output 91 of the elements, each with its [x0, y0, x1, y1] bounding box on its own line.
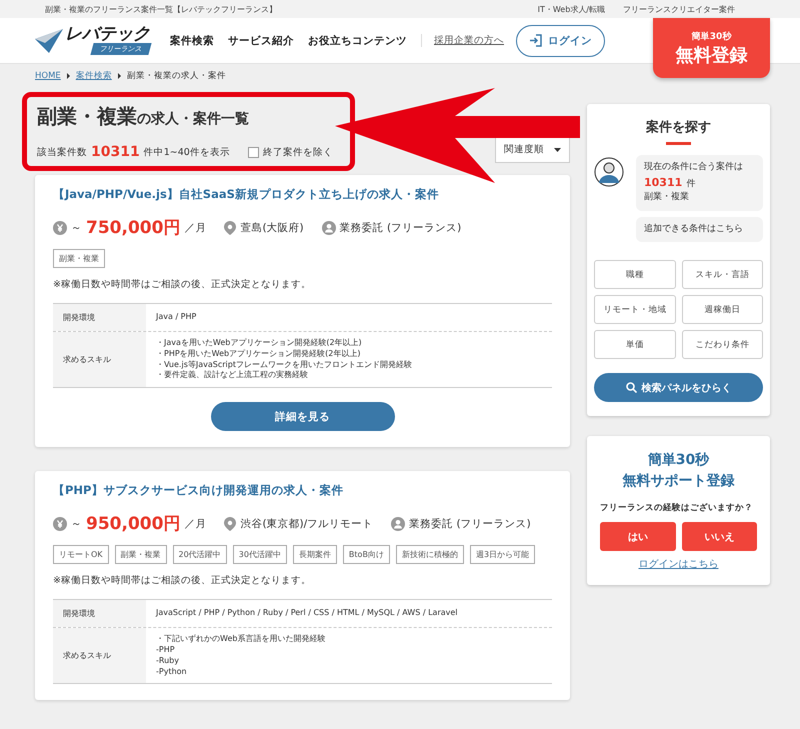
- tag: BtoB向け: [342, 545, 390, 564]
- table-header-cell: 求めるスキル: [53, 332, 146, 388]
- support-title: 簡単30秒: [646, 451, 710, 470]
- note-text: ※稼働日数や時間帯はご相談の後、正式決定となります。: [53, 574, 312, 588]
- table-header-cell: 開発環境: [53, 304, 146, 331]
- table-cell-line: ・下記いずれかのWeb系言語を用いた開発経験: [156, 634, 326, 645]
- filter-button[interactable]: こだわり条件: [682, 330, 763, 359]
- breadcrumb-link[interactable]: 案件検索: [76, 70, 112, 82]
- price-prefix: ～: [71, 220, 82, 234]
- tag: 新技術に積極的: [396, 545, 464, 564]
- top-link[interactable]: IT・Web求人/転職: [538, 4, 605, 14]
- filter-button[interactable]: 職種: [594, 260, 676, 289]
- table-cell-line: -Python: [156, 666, 188, 678]
- price-prefix: ～: [71, 516, 82, 531]
- contract-type: 業務委託 (フリーランス): [409, 516, 531, 531]
- support-title: 無料サポート登録: [622, 472, 736, 491]
- table-header-cell: 求めるスキル: [53, 628, 146, 684]
- nav-link[interactable]: サービス紹介: [228, 34, 294, 48]
- details-button[interactable]: 詳細を見る: [210, 402, 394, 432]
- breadcrumb-separator-icon: [66, 73, 70, 79]
- table-cell-line: -Ruby: [156, 656, 180, 667]
- nav-link[interactable]: 案件検索: [170, 34, 214, 48]
- location-pin-icon: [224, 220, 236, 234]
- filter-button[interactable]: リモート・地域: [594, 295, 676, 324]
- login-icon: [529, 34, 542, 47]
- job-title-link[interactable]: 【PHP】サブスクサービス向け開発運用の求人・案件: [53, 483, 552, 498]
- table-header-cell: 開発環境: [53, 600, 146, 628]
- register-button[interactable]: 簡単30秒 無料登録: [653, 18, 770, 78]
- result-count: 10311: [91, 144, 140, 160]
- page-title: 副業・複業の求人・案件一覧: [37, 103, 250, 130]
- filter-button[interactable]: 週稼働日: [682, 295, 763, 324]
- bubble-count: 10311: [644, 174, 682, 190]
- breadcrumb-separator-icon: [118, 73, 121, 79]
- title-underline: [666, 142, 691, 145]
- filter-button[interactable]: スキル・言語: [682, 260, 763, 289]
- job-title-link[interactable]: 【Java/PHP/Vue.js】自社SaaS新規プロダクト立ち上げの求人・案件: [53, 187, 552, 202]
- add-conditions-text: 追加できる条件はこちら: [636, 216, 763, 242]
- caret-icon: [554, 148, 561, 152]
- breadcrumb-current-page: 副業・複業の求人・案件: [126, 70, 226, 82]
- corporate-link[interactable]: 採用企業の方へ: [421, 34, 504, 47]
- contract-type: 業務委託 (フリーランス): [340, 220, 462, 234]
- bubble-unit: 件: [686, 178, 696, 190]
- tag: 週3日から可能: [470, 545, 536, 564]
- login-button[interactable]: ログイン: [516, 24, 605, 56]
- tag: 副業・複業: [53, 249, 105, 268]
- nav-link[interactable]: お役立ちコンテンツ: [308, 34, 407, 48]
- person-icon: [391, 516, 406, 531]
- location-pin-icon: [224, 516, 236, 531]
- top-link[interactable]: フリーランスクリエイター案件: [623, 4, 735, 14]
- filter-button[interactable]: 単価: [594, 330, 676, 359]
- table-cell-line: Java / PHP: [156, 312, 196, 323]
- tag: 20代活躍中: [172, 545, 227, 564]
- search-icon: [626, 382, 636, 393]
- tag: リモートOK: [53, 545, 109, 564]
- question-text: フリーランスの経験はございますか？: [600, 502, 754, 514]
- person-icon: [322, 220, 336, 234]
- price-unit: ／月: [184, 220, 206, 234]
- breadcrumb-link[interactable]: HOME: [35, 71, 61, 81]
- logo-mark-icon[interactable]: [35, 28, 63, 52]
- panel-title: 案件を探す: [645, 118, 712, 136]
- table-cell-line: ・PHPを用いたWebアプリケーション開発経験(2年以上): [156, 348, 362, 360]
- count-range: 件中1~40件を表示: [144, 146, 230, 158]
- yen-icon: [53, 516, 67, 531]
- location: 渋谷(東京都)/フルリモート: [240, 516, 374, 531]
- bubble-condition: 副業・複業: [644, 191, 690, 204]
- tag: 長期案件: [292, 545, 337, 564]
- yen-icon: [53, 220, 67, 234]
- avatar-icon: [594, 157, 624, 187]
- tag: 30代活躍中: [232, 545, 287, 564]
- open-search-panel-button[interactable]: 検索パネルをひらく: [594, 373, 763, 402]
- login-link[interactable]: ログインはこちら: [594, 557, 763, 571]
- table-cell-line: ・Vue.js等JavaScriptフレームワークを用いたフロントエンド開発経験: [156, 360, 412, 370]
- answer-button[interactable]: いいえ: [682, 522, 757, 551]
- sort-dropdown[interactable]: 関連度順: [495, 136, 570, 163]
- count-label: 該当案件数: [37, 146, 87, 158]
- checkbox-label[interactable]: 終了案件を除く: [262, 146, 333, 158]
- price-unit: ／月: [184, 516, 206, 531]
- tag: 副業・複業: [114, 545, 167, 564]
- note-text: ※稼働日数や時間帯はご相談の後、正式決定となります。: [53, 278, 312, 291]
- table-cell-line: ・要件定義、設計など上流工程の実務経験: [156, 370, 309, 382]
- checkbox[interactable]: [248, 146, 259, 158]
- location: 萱島(大阪府): [240, 220, 304, 234]
- bubble-text: 現在の条件に合う案件は: [644, 161, 744, 174]
- site-title: 副業・複業のフリーランス案件一覧【レバテックフリーランス】: [45, 4, 277, 14]
- logo-text[interactable]: レバテック: [65, 26, 150, 43]
- price: 750,000円: [86, 217, 180, 239]
- table-cell-line: JavaScript / PHP / Python / Ruby / Perl / CSS / HTML / MySQL / AWS / Laravel: [156, 608, 458, 620]
- answer-button[interactable]: はい: [600, 522, 676, 551]
- table-cell-line: ・Javaを用いたWebアプリケーション開発経験(2年以上): [156, 338, 363, 349]
- table-cell-line: -PHP: [156, 644, 176, 656]
- price: 950,000円: [86, 513, 180, 536]
